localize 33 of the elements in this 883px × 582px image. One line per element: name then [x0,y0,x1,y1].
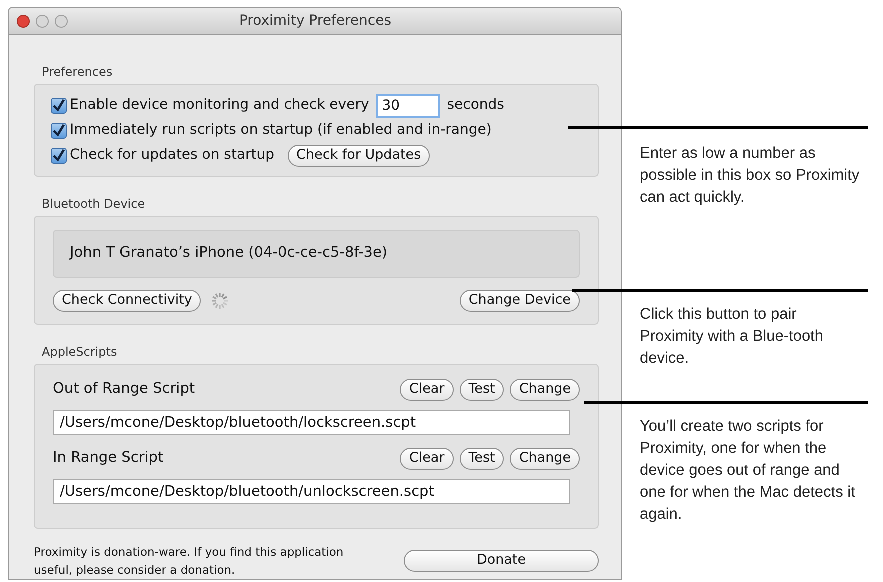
button[interactable]: Check for Updates [288,144,430,166]
unit-label: seconds [447,96,504,115]
button[interactable]: Test [460,448,504,470]
callout-text: Enter as low a number as possible in this box so Proximity can act quickly. [640,144,861,208]
window-title: Proximity Preferences [238,12,393,30]
button[interactable]: Clear [400,379,454,401]
button[interactable]: Change [510,379,580,401]
button[interactable]: Change Device [460,290,580,312]
group-label: Bluetooth Device [42,196,146,213]
script-path-field[interactable]: /Users/mcone/Desktop/bluetooth/lockscreen.scpt [53,410,570,435]
group-label: AppleScripts [42,344,118,361]
group-label: Preferences [42,64,114,81]
checkbox[interactable] [51,148,67,164]
button[interactable]: Test [460,379,504,401]
checkbox[interactable] [51,98,67,114]
checkbox[interactable] [51,122,67,138]
checkbox-label: Check for updates on startup [70,146,275,165]
checkbox-label: Immediately run scripts on startup (if enabled and in-range) [70,121,492,140]
button[interactable]: Donate [404,550,599,572]
donation-note: Proximity is donation-ware. If you find this application useful, please consider a donation. [34,544,345,579]
close-button[interactable] [17,14,30,28]
script-label: In Range Script [53,449,164,468]
spinner-icon [211,292,230,310]
callout-text: You’ll create two scripts for Proximity, one for when the device goes out of range and one for when the Mac detects it again. [640,417,856,525]
callout-text: Click this button to pair Proximity with a Blue-tooth device. [640,305,824,369]
button[interactable]: Change [510,448,580,470]
device-name: John T Granato’s iPhone (04-0c-ce-c5-8f-3e) [53,230,580,278]
button[interactable]: Clear [400,448,454,470]
script-label: Out of Range Script [53,380,196,400]
interval-field[interactable]: 30 [376,94,440,118]
button[interactable]: Check Connectivity [53,290,202,312]
checkbox-label: Enable device monitoring and check every [70,96,370,115]
script-path-field[interactable]: /Users/mcone/Desktop/bluetooth/unlockscreen.scpt [53,479,570,504]
